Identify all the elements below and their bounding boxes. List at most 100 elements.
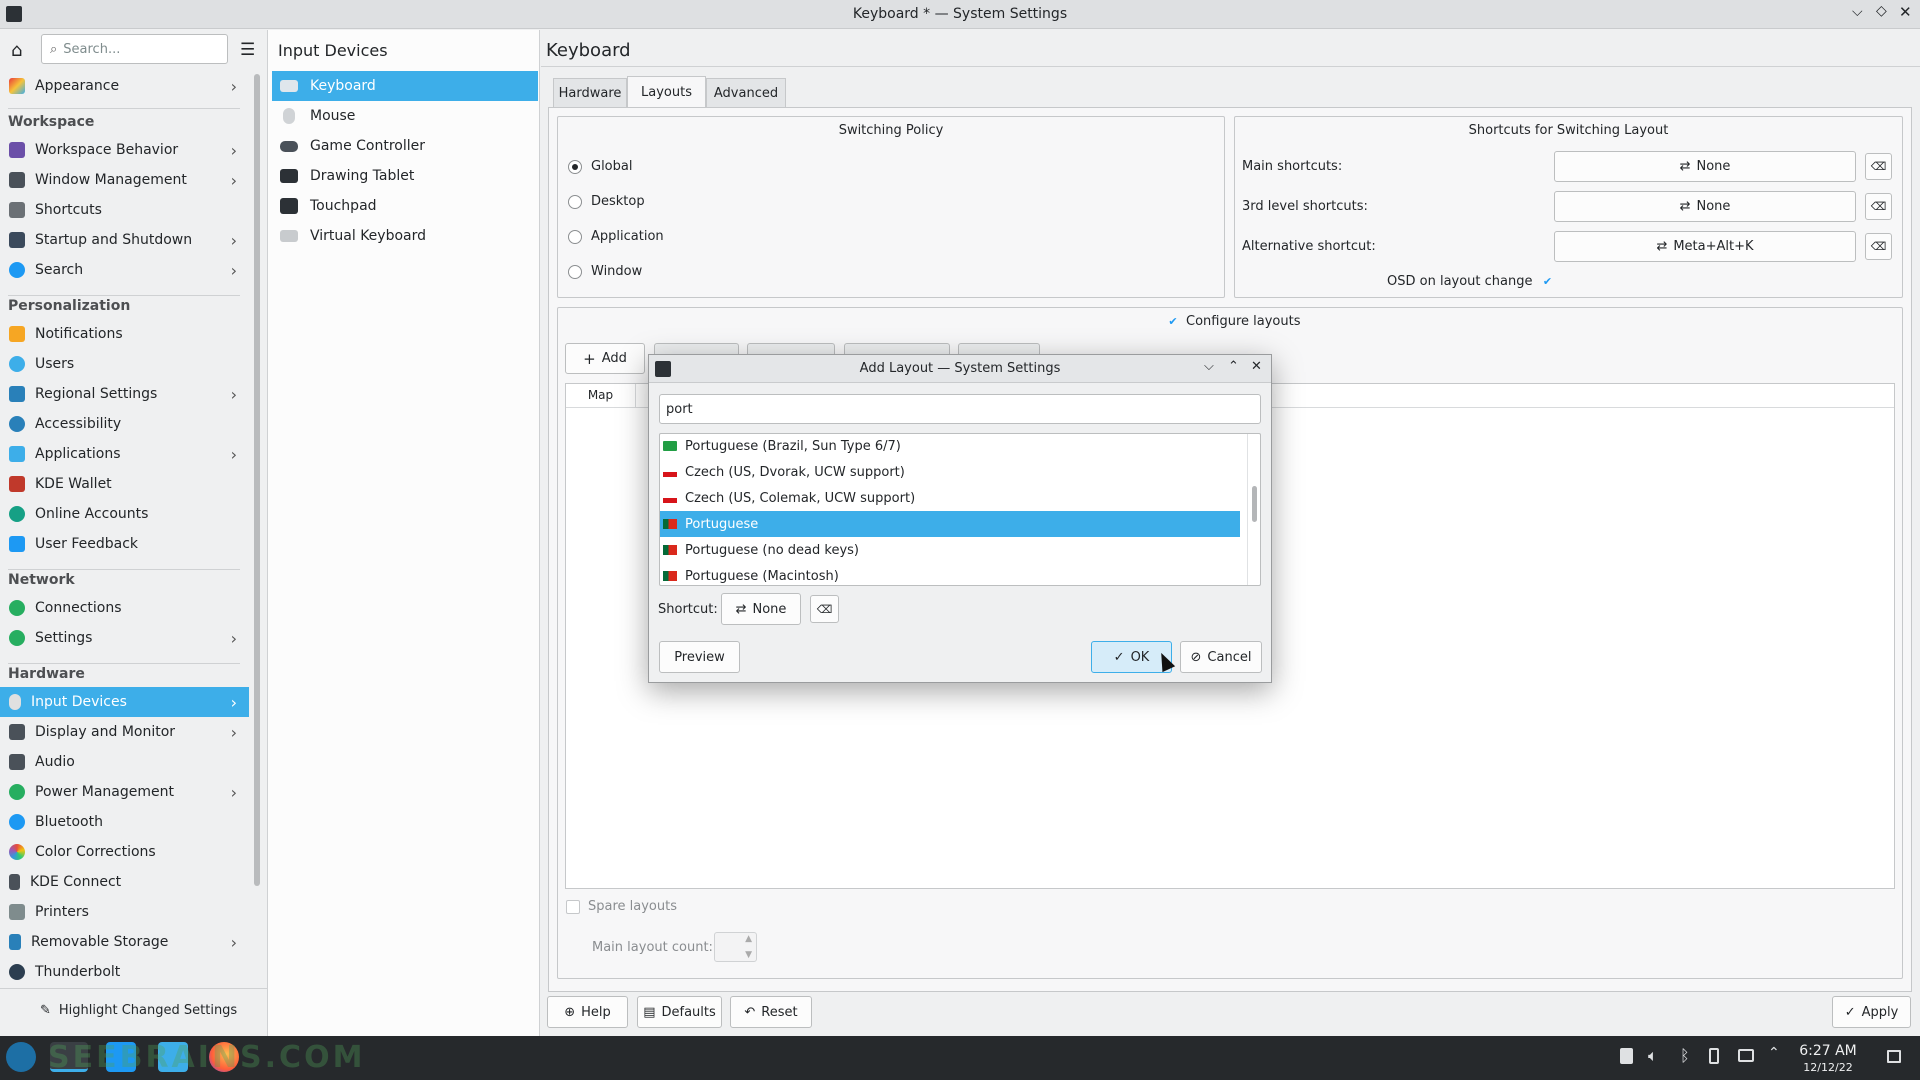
- layout-filter-input[interactable]: port: [659, 394, 1261, 424]
- table-header-map[interactable]: Map: [566, 384, 636, 408]
- sidebar-item-users[interactable]: Users: [0, 349, 249, 379]
- dialog-shortcut-button[interactable]: ⇄ None: [721, 593, 801, 625]
- sidebar-item-notifications[interactable]: Notifications: [0, 319, 249, 349]
- sidebar-item-applications[interactable]: Applications ›: [0, 439, 249, 469]
- sidebar-item-window-management[interactable]: Window Management ›: [0, 165, 249, 195]
- clipboard-icon[interactable]: [1620, 1048, 1633, 1064]
- show-desktop-icon[interactable]: [1887, 1050, 1901, 1063]
- minimize-icon[interactable]: ⌵: [1852, 4, 1863, 20]
- search-field[interactable]: ⌕ Search...: [41, 34, 228, 64]
- middle-item-drawing-tablet[interactable]: Drawing Tablet: [272, 161, 538, 191]
- spin-down-icon[interactable]: ▼: [745, 950, 752, 960]
- sidebar-item-kde-connect[interactable]: KDE Connect: [0, 867, 249, 897]
- sidebar-item-printers[interactable]: Printers: [0, 897, 249, 927]
- sidebar-item-connections[interactable]: Connections: [0, 593, 249, 623]
- tab-hardware[interactable]: Hardware: [553, 78, 627, 108]
- hamburger-menu-icon[interactable]: ☰: [240, 40, 255, 60]
- sidebar-scrollbar[interactable]: [254, 74, 260, 886]
- middle-item-game-controller[interactable]: Game Controller: [272, 131, 538, 161]
- dialog-close-icon[interactable]: ✕: [1251, 359, 1262, 374]
- sidebar-item-audio[interactable]: Audio: [0, 747, 249, 777]
- spare-layouts-checkbox[interactable]: Spare layouts: [566, 899, 677, 914]
- main-shortcut-button[interactable]: ⇄ None: [1554, 151, 1856, 182]
- bluetooth-tray-icon[interactable]: ᛒ: [1680, 1046, 1690, 1065]
- maximize-icon[interactable]: ◇: [1876, 3, 1887, 19]
- middle-item-touchpad[interactable]: Touchpad: [272, 191, 538, 221]
- radio-application[interactable]: Application: [568, 229, 664, 244]
- layout-item-czech-dvorak[interactable]: Czech (US, Dvorak, UCW support): [660, 459, 1240, 485]
- clock-time[interactable]: 6:27 AM: [1798, 1043, 1858, 1059]
- defaults-button[interactable]: ▤ Defaults: [637, 996, 722, 1028]
- home-icon[interactable]: ⌂: [11, 40, 22, 61]
- third-level-shortcut-button[interactable]: ⇄ None: [1554, 191, 1856, 222]
- radio-desktop[interactable]: Desktop: [568, 194, 645, 209]
- configure-layouts-checkbox[interactable]: ✔ Configure layouts: [1166, 314, 1300, 329]
- apply-button[interactable]: ✓ Apply: [1832, 996, 1911, 1028]
- sidebar-item-color-corrections[interactable]: Color Corrections: [0, 837, 249, 867]
- dialog-minimize-icon[interactable]: ⌵: [1204, 359, 1214, 374]
- sidebar-item-bluetooth[interactable]: Bluetooth: [0, 807, 249, 837]
- check-icon[interactable]: ✔: [1166, 315, 1180, 329]
- radio-button[interactable]: [568, 229, 582, 244]
- alternative-clear-button[interactable]: ⌫: [1865, 233, 1892, 260]
- spin-up-icon[interactable]: ▲: [745, 934, 752, 944]
- highlight-changed-button[interactable]: ✎ Highlight Changed Settings: [40, 1003, 237, 1018]
- network-icon[interactable]: [1738, 1049, 1754, 1062]
- cancel-button[interactable]: ⊘ Cancel: [1180, 641, 1262, 673]
- sidebar-item-search[interactable]: Search ›: [0, 255, 249, 285]
- osd-checkbox[interactable]: OSD on layout change ✔: [1387, 274, 1555, 289]
- checkbox[interactable]: [566, 899, 580, 914]
- sidebar-item-startup[interactable]: Startup and Shutdown ›: [0, 225, 249, 255]
- sidebar-item-display[interactable]: Display and Monitor ›: [0, 717, 249, 747]
- check-icon[interactable]: ✔: [1541, 275, 1555, 289]
- middle-item-virtual-keyboard[interactable]: Virtual Keyboard: [272, 221, 538, 251]
- battery-icon[interactable]: [1709, 1048, 1719, 1064]
- sidebar-item-accessibility[interactable]: Accessibility: [0, 409, 249, 439]
- volume-icon[interactable]: 🔈︎: [1648, 1046, 1658, 1066]
- main-shortcut-clear-button[interactable]: ⌫: [1865, 153, 1892, 180]
- tray-expand-icon[interactable]: ⌃: [1768, 1045, 1780, 1061]
- sidebar-item-user-feedback[interactable]: User Feedback: [0, 529, 249, 559]
- sidebar-item-regional[interactable]: Regional Settings ›: [0, 379, 249, 409]
- sidebar-item-appearance[interactable]: Appearance ›: [0, 71, 249, 101]
- add-layout-button[interactable]: + Add: [565, 343, 645, 374]
- radio-window[interactable]: Window: [568, 264, 642, 279]
- sidebar-item-removable-storage[interactable]: Removable Storage ›: [0, 927, 249, 957]
- sidebar-item-shortcuts[interactable]: Shortcuts: [0, 195, 249, 225]
- sidebar-item-kde-wallet[interactable]: KDE Wallet: [0, 469, 249, 499]
- layout-item-portuguese-no-dead-keys[interactable]: Portuguese (no dead keys): [660, 537, 1240, 563]
- tab-advanced[interactable]: Advanced: [706, 78, 786, 108]
- layout-item-portuguese-macintosh[interactable]: Portuguese (Macintosh): [660, 563, 1240, 589]
- dialog-shortcut-clear-button[interactable]: ⌫: [810, 595, 839, 623]
- sidebar-item-workspace-behavior[interactable]: Workspace Behavior ›: [0, 135, 249, 165]
- radio-button[interactable]: [568, 194, 582, 209]
- clock-date[interactable]: 12/12/22: [1798, 1061, 1858, 1074]
- radio-button[interactable]: [568, 264, 582, 279]
- preview-button[interactable]: Preview: [659, 641, 740, 673]
- radio-global[interactable]: Global: [568, 159, 632, 174]
- list-scrollbar[interactable]: [1247, 434, 1260, 585]
- layout-item-czech-colemak[interactable]: Czech (US, Colemak, UCW support): [660, 485, 1240, 511]
- middle-item-mouse[interactable]: Mouse: [272, 101, 538, 131]
- middle-item-keyboard[interactable]: Keyboard: [272, 71, 538, 101]
- reset-button[interactable]: ↶ Reset: [730, 996, 812, 1028]
- backspace-icon: ⌫: [1870, 200, 1887, 213]
- radio-button[interactable]: [568, 159, 582, 174]
- sidebar-item-online-accounts[interactable]: Online Accounts: [0, 499, 249, 529]
- app-launcher-icon[interactable]: [6, 1042, 36, 1072]
- appearance-icon: [9, 78, 25, 94]
- sidebar-item-network-settings[interactable]: Settings ›: [0, 623, 249, 653]
- third-level-clear-button[interactable]: ⌫: [1865, 193, 1892, 220]
- close-icon[interactable]: ✕: [1899, 3, 1912, 21]
- list-scrollbar-thumb[interactable]: [1252, 486, 1257, 522]
- layout-item-portuguese-brazil[interactable]: Portuguese (Brazil, Sun Type 6/7): [660, 433, 1240, 459]
- alternative-shortcut-button[interactable]: ⇄ Meta+Alt+K: [1554, 231, 1856, 262]
- sidebar-item-thunderbolt[interactable]: Thunderbolt: [0, 957, 249, 987]
- layout-item-portuguese[interactable]: Portuguese: [660, 511, 1240, 537]
- main-layout-count-spinbox[interactable]: ▲ ▼: [714, 932, 757, 962]
- sidebar-item-power[interactable]: Power Management ›: [0, 777, 249, 807]
- help-button[interactable]: ⊕ Help: [547, 996, 628, 1028]
- sidebar-item-input-devices[interactable]: Input Devices ›: [0, 687, 249, 717]
- tab-layouts[interactable]: Layouts: [627, 76, 706, 108]
- dialog-maximize-icon[interactable]: ⌃: [1228, 359, 1239, 374]
